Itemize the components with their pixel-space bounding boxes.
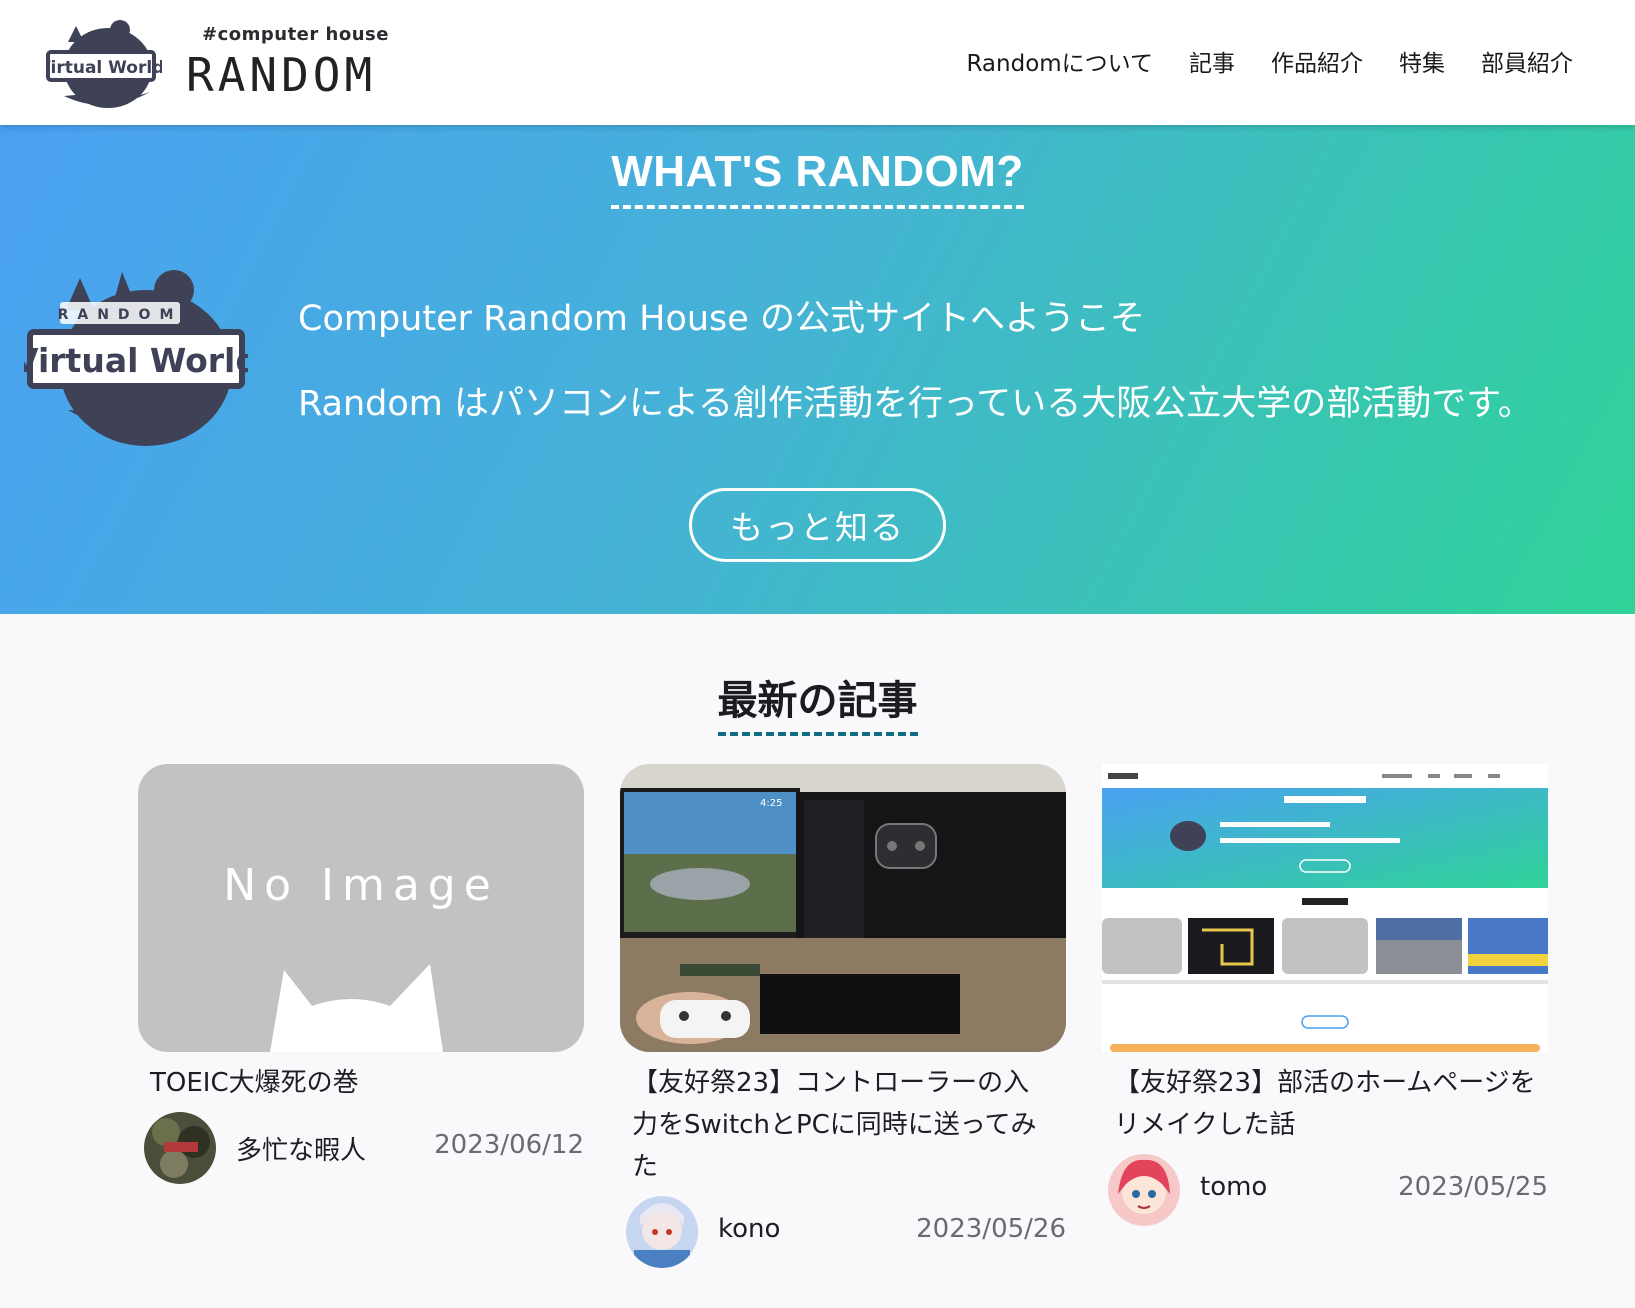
hero-section: WHAT'S RANDOM? RANDOM Virtual World Comp… xyxy=(0,125,1635,614)
nav-item-works[interactable]: 作品紹介 xyxy=(1271,44,1363,78)
article-thumbnail[interactable]: 4:25 xyxy=(620,764,1066,1052)
author-name[interactable]: kono xyxy=(718,1214,780,1244)
logo-tagline: #computer house xyxy=(202,24,389,45)
article-card[interactable]: 【友好祭23】部活のホームページをリメイクした話 tomo 2023/05/25 xyxy=(1102,764,1548,1228)
author-avatar xyxy=(626,1196,698,1268)
virtual-world-emblem-icon: RANDOM Virtual World xyxy=(24,270,248,446)
post-date: 2023/05/25 xyxy=(1398,1172,1548,1202)
post-date: 2023/05/26 xyxy=(916,1214,1066,1244)
hero-welcome-text: Computer Random House の公式サイトへようこそ xyxy=(298,299,1145,339)
author-name[interactable]: tomo xyxy=(1200,1172,1267,1202)
svg-text:Virtual World: Virtual World xyxy=(46,58,162,78)
virtual-world-logo-icon[interactable]: Virtual World xyxy=(46,12,162,112)
nav-item-features[interactable]: 特集 xyxy=(1399,44,1445,78)
hero-description-text: Random はパソコンによる創作活動を行っている大阪公立大学の部活動です。 xyxy=(298,384,1533,424)
author-name[interactable]: 多忙な暇人 xyxy=(236,1130,366,1167)
controller-setup-photo: 4:25 xyxy=(620,764,1066,1052)
svg-text:Virtual World: Virtual World xyxy=(24,341,248,380)
logo-wordmark[interactable]: RANDOM xyxy=(186,48,376,102)
svg-text:4:25: 4:25 xyxy=(760,798,782,809)
article-card[interactable]: No Image TOEIC大爆死の巻 多忙な暇人 2023/06/12 xyxy=(138,764,584,1186)
latest-articles-title: 最新の記事 xyxy=(717,668,918,736)
post-date: 2023/06/12 xyxy=(434,1130,584,1160)
article-title[interactable]: 【友好祭23】部活のホームページをリメイクした話 xyxy=(1114,1062,1536,1146)
nav-item-members[interactable]: 部員紹介 xyxy=(1481,44,1573,78)
nav-item-articles[interactable]: 記事 xyxy=(1189,44,1235,78)
hero-title: WHAT'S RANDOM? xyxy=(611,147,1024,209)
article-thumbnail[interactable] xyxy=(1102,764,1548,1052)
article-title[interactable]: 【友好祭23】コントローラーの入力をSwitchとPCに同時に送ってみた xyxy=(632,1062,1054,1188)
main-nav: Randomについて 記事 作品紹介 特集 部員紹介 xyxy=(966,44,1573,78)
cat-silhouette-icon xyxy=(270,964,443,1052)
article-title[interactable]: TOEIC大爆死の巻 xyxy=(150,1062,572,1104)
svg-text:RANDOM: RANDOM xyxy=(58,307,183,323)
author-avatar xyxy=(144,1112,216,1184)
article-card[interactable]: 4:25 【友好祭23】コントローラーの入力をSwitchとPCに同時に送ってみ… xyxy=(620,764,1066,1270)
website-screenshot-thumbnail xyxy=(1102,764,1548,1052)
learn-more-button[interactable]: もっと知る xyxy=(689,488,946,562)
site-header: Virtual World #computer house RANDOM Ran… xyxy=(0,0,1635,125)
author-avatar xyxy=(1108,1154,1180,1226)
nav-item-about[interactable]: Randomについて xyxy=(966,44,1153,78)
article-thumbnail[interactable]: No Image xyxy=(138,764,584,1052)
